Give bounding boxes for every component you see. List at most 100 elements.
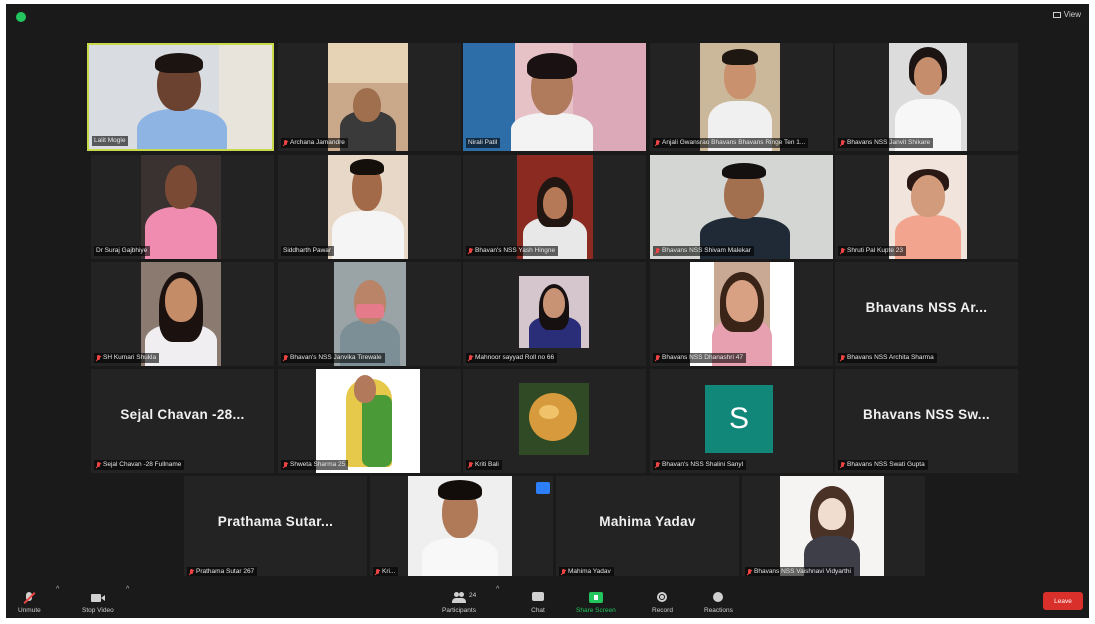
record-icon: [655, 592, 669, 603]
muted-mic-icon: [189, 568, 194, 576]
participant-name-label: Lalit Mogle: [92, 136, 129, 146]
leave-button[interactable]: Leave: [1043, 592, 1083, 610]
participant-tile[interactable]: Anjali Gwansrao Bhavans Bhavans Ringe Te…: [650, 43, 833, 151]
participant-video: [519, 276, 589, 348]
muted-mic-icon: [655, 139, 660, 147]
reactions-label: Reactions: [704, 607, 733, 614]
muted-mic-icon: [96, 461, 101, 469]
participant-tile[interactable]: Shruti Pal Kupte 23: [835, 155, 1018, 259]
muted-mic-icon: [655, 461, 660, 469]
participant-video: [408, 476, 512, 580]
video-camera-icon: [90, 592, 105, 603]
muted-mic-icon: [747, 568, 752, 576]
top-bar: View: [6, 4, 1089, 30]
unmute-button[interactable]: Unmute: [18, 591, 41, 614]
muted-mic-icon: [840, 354, 845, 362]
participant-tile[interactable]: Archana Jamandre: [278, 43, 461, 151]
stop-video-button[interactable]: Stop Video: [82, 592, 114, 614]
participant-name-label: Bhavans NSS Swati Gupta: [838, 460, 928, 470]
participants-options-caret-icon[interactable]: ^: [496, 586, 499, 593]
audio-options-caret-icon[interactable]: ^: [56, 586, 59, 593]
participant-tile[interactable]: Kriti Bali: [463, 369, 646, 473]
participant-video: [89, 45, 272, 149]
participants-count: 24: [468, 592, 477, 599]
participants-icon: 24: [451, 592, 476, 603]
participant-tile[interactable]: Bhavan's NSS Yash Hingne: [463, 155, 646, 259]
participant-name-label: Shweta Sharma 25: [281, 460, 349, 470]
muted-mic-icon: [96, 354, 101, 362]
participant-tile[interactable]: Kri...: [370, 476, 553, 580]
muted-mic-icon: [283, 139, 288, 147]
zoom-meeting-window: View Lalit Mogle Archana Jamandre Nirali…: [6, 4, 1089, 618]
reactions-button[interactable]: Reactions: [704, 592, 733, 614]
participant-video: [517, 155, 593, 259]
share-screen-label: Share Screen: [576, 607, 616, 614]
chat-label: Chat: [531, 607, 545, 614]
muted-mic-icon: [468, 461, 473, 469]
participant-name-label: Bhavans NSS Janvit Shikare: [838, 138, 934, 148]
participant-tile[interactable]: Bhavan's NSS Janvika Tirewale: [278, 262, 461, 366]
security-shield-icon[interactable]: [16, 12, 26, 22]
participant-tile[interactable]: Bhavans NSS Ar... Bhavans NSS Archita Sh…: [835, 262, 1018, 366]
chat-bubble-icon: [531, 592, 545, 603]
muted-mic-icon: [840, 247, 845, 255]
participant-name-label: Shruti Pal Kupte 23: [838, 246, 907, 256]
participant-tile[interactable]: Bhavans NSS Janvit Shikare: [835, 43, 1018, 151]
chat-button[interactable]: Chat: [531, 592, 545, 614]
participant-tile[interactable]: Siddharth Pawar: [278, 155, 461, 259]
muted-mic-icon: [468, 354, 473, 362]
muted-mic-icon: [561, 568, 566, 576]
record-button[interactable]: Record: [652, 592, 673, 614]
participant-tile[interactable]: Bhavans NSS Vaishnavi Vidyarthi: [742, 476, 925, 580]
muted-mic-icon: [840, 139, 845, 147]
participant-name-label: Bhavan's NSS Janvika Tirewale: [281, 353, 385, 363]
participant-name-label: Bhavans NSS Shivam Malekar: [653, 246, 754, 256]
participant-tile[interactable]: Nirali Patil: [463, 43, 646, 151]
participant-tile[interactable]: SH Kumari Shukla: [91, 262, 274, 366]
participant-name-label: Bhavans NSS Dhanashri 47: [653, 353, 746, 363]
participant-tile[interactable]: Sejal Chavan -28... Sejal Chavan -28 Ful…: [91, 369, 274, 473]
participant-tile[interactable]: Lalit Mogle: [87, 43, 274, 151]
view-button-label: View: [1063, 10, 1081, 19]
reactions-smiley-icon: [711, 592, 725, 603]
participants-button[interactable]: 24 Participants: [442, 592, 476, 614]
participant-tile[interactable]: Bhavans NSS Shivam Malekar: [650, 155, 833, 259]
muted-mic-icon: [375, 568, 380, 576]
gallery-grid-icon: [1052, 11, 1061, 18]
participant-video: [889, 155, 967, 259]
participant-video: [334, 262, 406, 366]
participant-name-card: Sejal Chavan -28...: [120, 406, 245, 422]
muted-mic-icon: [283, 354, 288, 362]
share-screen-icon: [588, 592, 603, 603]
participant-tile[interactable]: Bhavans NSS Sw... Bhavans NSS Swati Gupt…: [835, 369, 1018, 473]
participant-video: [316, 369, 420, 473]
participant-video: [463, 43, 646, 151]
participant-video: [690, 262, 794, 366]
participant-tile[interactable]: Prathama Sutar... Prathama Sutar 267: [184, 476, 367, 580]
participant-name-label: Bhavans NSS Archita Sharma: [838, 353, 937, 363]
participant-name-label: Bhavan's NSS Yash Hingne: [466, 246, 559, 256]
muted-mic-icon: [655, 247, 660, 255]
spotlight-badge-icon: [536, 482, 550, 494]
stop-video-label: Stop Video: [82, 607, 114, 614]
participant-tile[interactable]: Shweta Sharma 25: [278, 369, 461, 473]
participant-name-label: Sejal Chavan -28 Fullname: [94, 460, 185, 470]
participant-video: [650, 155, 833, 259]
participant-name-label: Kriti Bali: [466, 460, 502, 470]
muted-mic-icon: [840, 461, 845, 469]
participant-tile[interactable]: Mahnoor sayyad Roll no 66: [463, 262, 646, 366]
participant-name-label: Anjali Gwansrao Bhavans Bhavans Ringe Te…: [653, 138, 809, 148]
participant-name-label: SH Kumari Shukla: [94, 353, 160, 363]
share-screen-button[interactable]: Share Screen: [576, 592, 616, 614]
participant-video: [780, 476, 884, 580]
muted-mic-icon: [283, 461, 288, 469]
participant-tile[interactable]: Dr Suraj Gajbhiye: [91, 155, 274, 259]
participant-tile[interactable]: Mahima Yadav Mahima Yadav: [556, 476, 739, 580]
participant-name-card: Prathama Sutar...: [217, 513, 334, 529]
participant-tile[interactable]: S Bhavan's NSS Shalini Sanyl: [650, 369, 833, 473]
participant-name-label: Archana Jamandre: [281, 138, 348, 148]
view-button[interactable]: View: [1052, 10, 1081, 19]
meeting-toolbar: Unmute ^ Stop Video ^ 24 Participants ^ …: [6, 576, 1089, 618]
video-options-caret-icon[interactable]: ^: [126, 586, 129, 593]
participant-tile[interactable]: Bhavans NSS Dhanashri 47: [650, 262, 833, 366]
